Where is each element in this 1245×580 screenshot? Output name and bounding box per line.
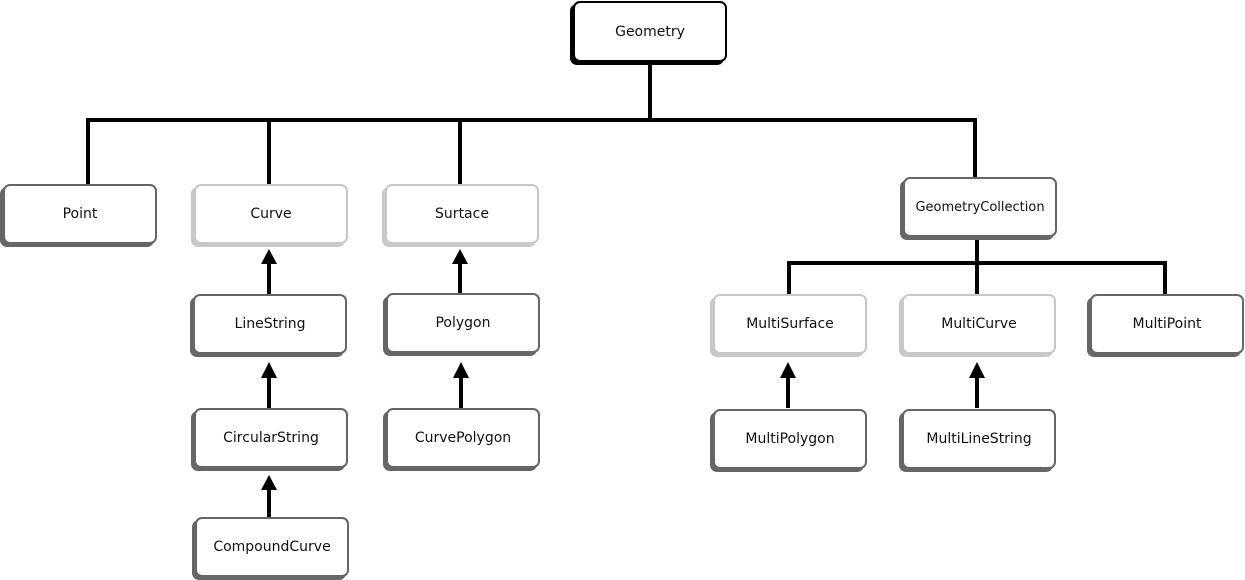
node-curvepolygon[interactable]: CurvePolygon — [386, 408, 540, 468]
node-multipoint[interactable]: MultiPoint — [1090, 294, 1244, 354]
node-label: LineString — [234, 316, 306, 332]
edge-geometry-bus — [86, 118, 977, 184]
node-circularstring[interactable]: CircularString — [194, 408, 348, 468]
node-multisurface[interactable]: MultiSurface — [713, 294, 867, 354]
node-label: Polygon — [435, 315, 491, 331]
arrow-curvepolygon-to-polygon — [453, 362, 469, 408]
node-label: GeometryCollection — [915, 199, 1045, 215]
arrow-circularstring-to-linestring — [261, 362, 277, 408]
connector-layer — [86, 62, 1167, 517]
node-multipolygon[interactable]: MultiPolygon — [713, 409, 867, 469]
node-point[interactable]: Point — [3, 184, 157, 244]
node-geometrycollection[interactable]: GeometryCollection — [903, 177, 1057, 237]
node-label: MultiPoint — [1132, 316, 1202, 332]
node-curve[interactable]: Curve — [194, 184, 348, 244]
node-label: Geometry — [615, 23, 685, 40]
node-multilinestring[interactable]: MultiLineString — [902, 409, 1056, 469]
arrow-polygon-to-surface — [452, 249, 468, 293]
arrow-linestring-to-curve — [261, 249, 277, 294]
node-polygon[interactable]: Polygon — [386, 293, 540, 353]
node-label: MultiLineString — [926, 431, 1032, 447]
arrow-multilinestring-to-multicurve — [969, 362, 985, 408]
arrow-compoundcurve-to-circularstring — [261, 475, 277, 517]
node-label: Point — [62, 206, 98, 222]
node-label: MultiCurve — [941, 316, 1017, 332]
arrow-multipolygon-to-multisurface — [780, 362, 796, 408]
node-label: MultiSurface — [746, 316, 834, 332]
node-geometry[interactable]: Geometry — [573, 1, 727, 62]
node-label: CircularString — [223, 430, 319, 446]
node-label: MultiPolygon — [745, 431, 835, 447]
node-label: CurvePolygon — [414, 430, 512, 446]
node-multicurve[interactable]: MultiCurve — [902, 294, 1056, 354]
node-linestring[interactable]: LineString — [193, 294, 347, 354]
node-compoundcurve[interactable]: CompoundCurve — [195, 517, 349, 577]
node-label: Surtace — [435, 206, 489, 222]
node-surface[interactable]: Surtace — [385, 184, 539, 244]
node-label: CompoundCurve — [213, 539, 331, 555]
node-label: Curve — [250, 206, 292, 222]
